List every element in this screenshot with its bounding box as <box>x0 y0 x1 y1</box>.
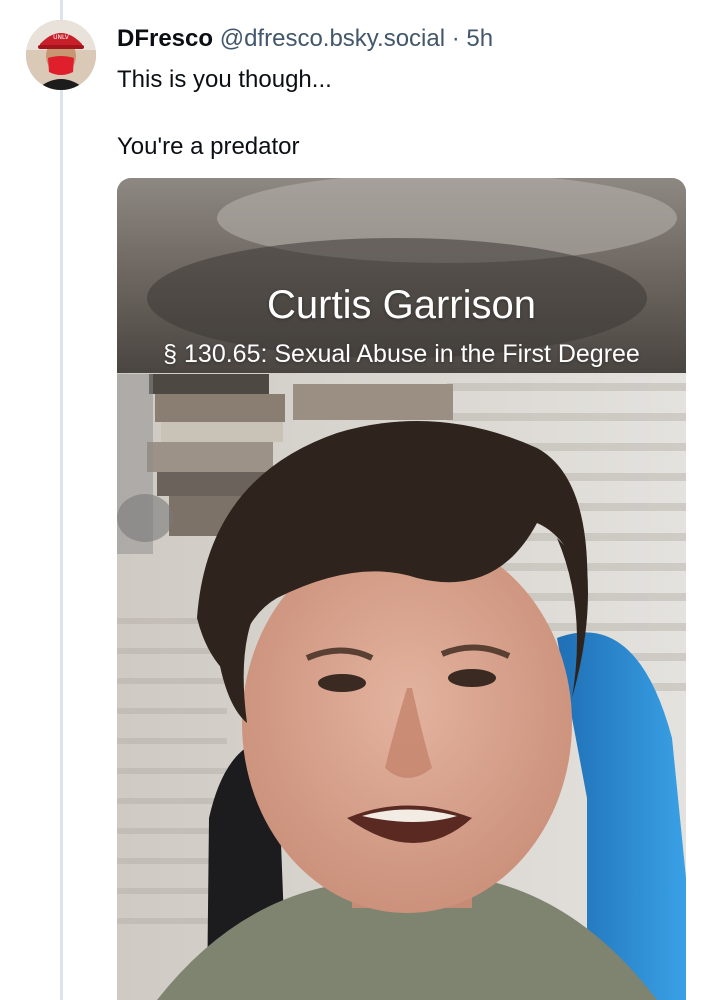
post-image[interactable]: Curtis Garrison § 130.65: Sexual Abuse i… <box>117 178 686 1000</box>
overlay-name-caption: Curtis Garrison <box>267 283 536 327</box>
handle[interactable]: @dfresco.bsky.social <box>220 25 445 52</box>
thread-line <box>60 0 63 1000</box>
separator-dot: · <box>451 25 460 52</box>
user-avatar-icon: UNLV <box>26 20 96 90</box>
post-text-line-2: You're a predator <box>117 133 300 160</box>
avatar[interactable]: UNLV <box>26 20 96 90</box>
display-name[interactable]: DFresco <box>117 25 213 52</box>
overlay-charge-caption: § 130.65: Sexual Abuse in the First Degr… <box>163 340 640 368</box>
post-text-line-1: This is you though... <box>117 66 332 93</box>
timestamp[interactable]: 5h <box>466 25 493 52</box>
svg-text:UNLV: UNLV <box>53 34 70 41</box>
post-text: This is you though... You're a predator <box>117 64 687 163</box>
post-header: DFresco @dfresco.bsky.social · 5h <box>117 24 493 54</box>
